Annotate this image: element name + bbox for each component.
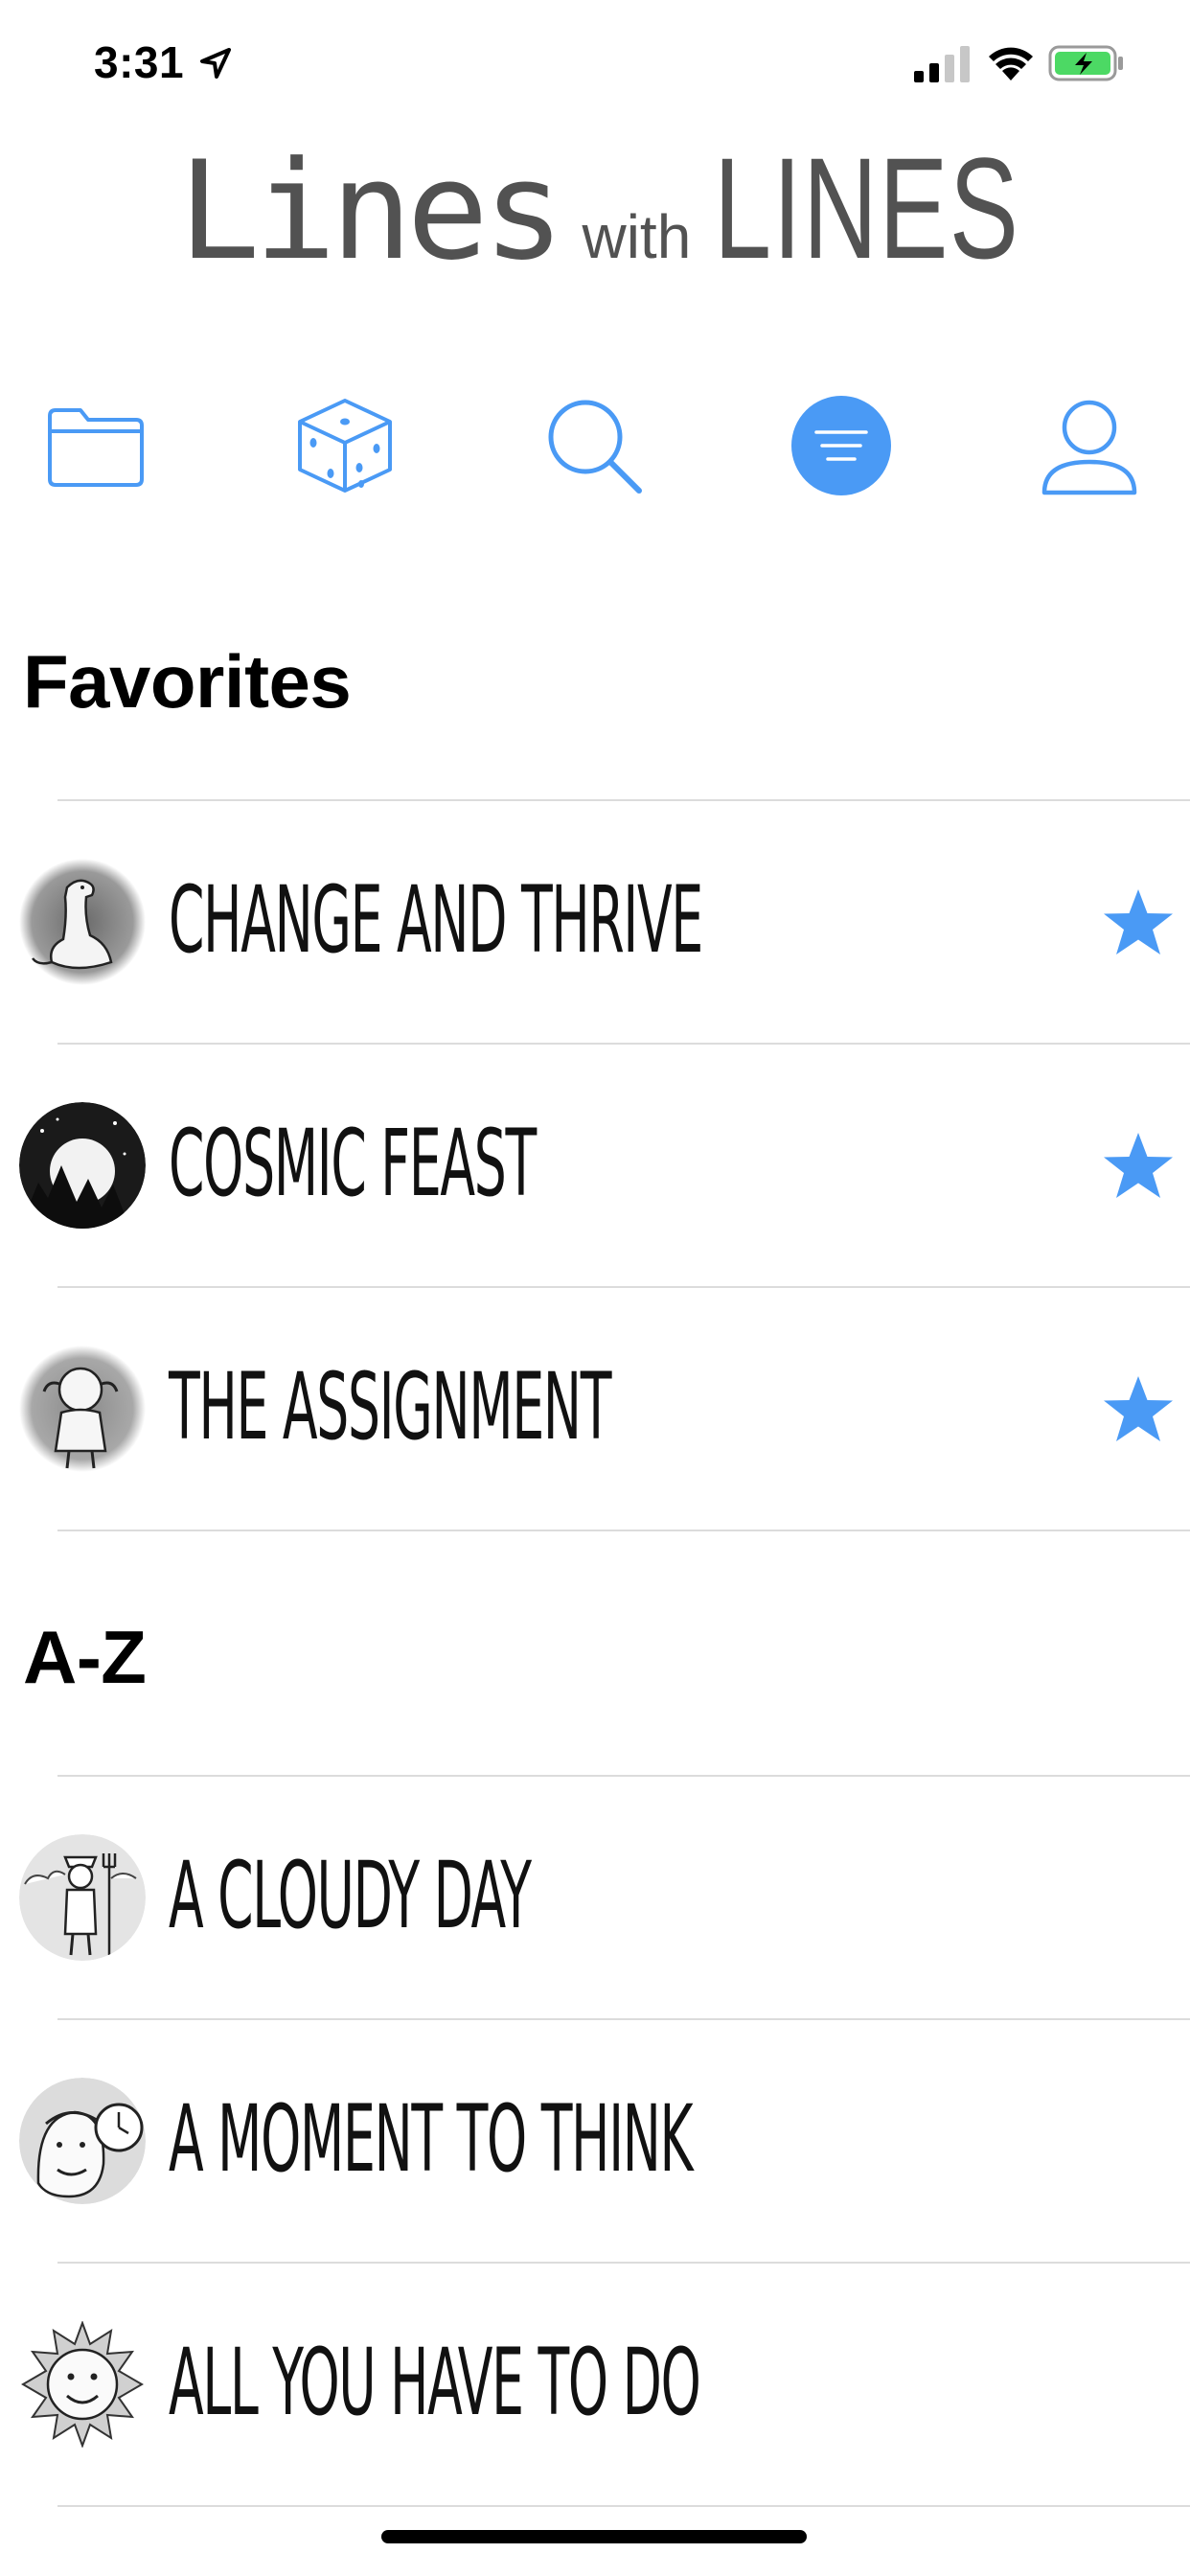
status-time: 3:31 xyxy=(94,37,185,87)
toolbar xyxy=(0,383,1190,518)
story-thumbnail xyxy=(19,1102,146,1229)
story-thumbnail xyxy=(19,2321,146,2448)
story-title: A Moment To Think xyxy=(169,2085,694,2193)
story-row[interactable]: The Assignment xyxy=(0,1288,1190,1530)
story-row[interactable]: A Moment To Think xyxy=(0,2020,1190,2262)
story-row[interactable]: Cosmic Feast xyxy=(0,1045,1190,1286)
folder-button[interactable] xyxy=(34,383,158,508)
sort-filter-icon xyxy=(791,396,891,495)
story-row[interactable]: A Cloudy Day xyxy=(0,1777,1190,2018)
story-title: Cosmic Feast xyxy=(169,1110,537,1217)
sort-button[interactable] xyxy=(779,383,904,508)
app-logo: Lines with LINES xyxy=(0,125,1190,297)
story-thumbnail xyxy=(19,859,146,985)
battery-charging-icon xyxy=(1048,45,1123,81)
location-arrow-icon xyxy=(200,48,231,79)
story-title: A Cloudy Day xyxy=(169,1842,532,1949)
story-thumbnail xyxy=(19,1346,146,1472)
status-bar: 3:31 xyxy=(0,0,1190,125)
random-button[interactable] xyxy=(283,383,407,508)
folder-icon xyxy=(48,408,144,487)
profile-button[interactable] xyxy=(1027,383,1152,508)
cellular-signal-icon xyxy=(914,46,970,82)
search-button[interactable] xyxy=(532,383,656,508)
story-row[interactable]: Change And Thrive xyxy=(0,801,1190,1043)
wifi-icon xyxy=(989,47,1033,80)
section-header-favorites: Favorites xyxy=(23,639,352,724)
logo-text-with: with xyxy=(582,202,692,271)
story-title: All You Have To Do xyxy=(169,2329,701,2436)
story-row[interactable]: All You Have To Do xyxy=(0,2264,1190,2505)
divider xyxy=(57,2505,1190,2507)
favorite-star-icon[interactable] xyxy=(1100,1372,1177,1449)
favorite-star-icon[interactable] xyxy=(1100,886,1177,962)
home-indicator[interactable] xyxy=(381,2530,807,2543)
story-thumbnail xyxy=(19,2078,146,2204)
logo-text-lines: Lines xyxy=(178,132,564,290)
story-title: The Assignment xyxy=(169,1353,611,1460)
dice-icon xyxy=(298,399,392,493)
story-title: Change And Thrive xyxy=(169,866,703,974)
profile-icon xyxy=(1041,400,1137,495)
section-header-az: A-Z xyxy=(23,1615,147,1699)
favorite-star-icon[interactable] xyxy=(1100,1129,1177,1206)
divider xyxy=(57,1530,1190,1531)
logo-text-caps: LINES xyxy=(714,127,1020,288)
story-thumbnail xyxy=(19,1834,146,1961)
search-icon xyxy=(548,400,642,494)
